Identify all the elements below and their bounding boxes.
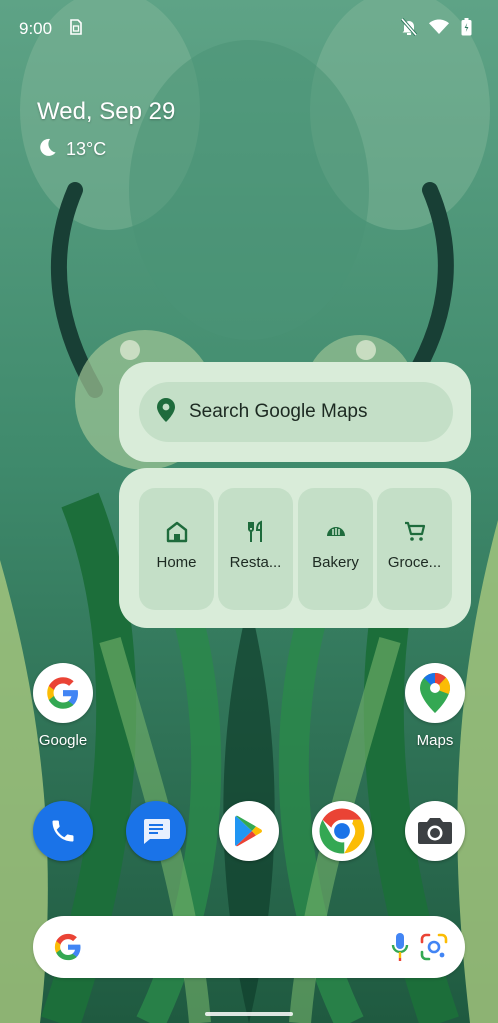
app-label: Maps: [416, 732, 454, 749]
google-search-bar[interactable]: [33, 916, 465, 978]
play-store-icon[interactable]: [219, 801, 279, 861]
google-maps-widget: Search Google Maps Home Resta... Bakery: [119, 362, 471, 628]
google-g-icon: [53, 932, 83, 967]
maps-search-bar[interactable]: Search Google Maps: [139, 382, 453, 442]
camera-icon[interactable]: [405, 801, 465, 861]
messages-icon[interactable]: [126, 801, 186, 861]
battery-icon: [461, 18, 472, 41]
shortcut-bakery[interactable]: Bakery: [298, 488, 373, 610]
shopping-cart-icon: [377, 520, 452, 546]
shortcut-home[interactable]: Home: [139, 488, 214, 610]
maps-shortcuts-card: Home Resta... Bakery Groce...: [119, 468, 471, 628]
location-pin-icon: [157, 397, 175, 427]
microphone-icon[interactable]: [390, 931, 410, 968]
app-google[interactable]: Google: [18, 663, 108, 749]
moon-icon: [37, 137, 57, 162]
mute-icon: [400, 17, 418, 41]
google-icon: [33, 663, 93, 723]
google-lens-icon[interactable]: [419, 932, 449, 967]
chrome-icon[interactable]: [312, 801, 372, 861]
maps-icon: [405, 663, 465, 723]
phone-icon[interactable]: [33, 801, 93, 861]
sim-card-icon: [70, 19, 82, 40]
shortcut-label: Groce...: [387, 554, 442, 571]
shortcut-groceries[interactable]: Groce...: [377, 488, 452, 610]
navigation-handle[interactable]: [205, 1012, 293, 1016]
weather[interactable]: 13°C: [37, 137, 106, 162]
status-bar: 9:00: [0, 0, 498, 56]
app-maps[interactable]: Maps: [390, 663, 480, 749]
shortcut-label: Home: [156, 554, 197, 571]
maps-search-card: Search Google Maps: [119, 362, 471, 462]
restaurant-icon: [218, 520, 293, 546]
date-label[interactable]: Wed, Sep 29: [37, 98, 175, 126]
temperature-label: 13°C: [66, 139, 107, 159]
maps-search-placeholder: Search Google Maps: [189, 401, 368, 422]
shortcut-label: Bakery: [312, 554, 359, 571]
home-icon: [139, 520, 214, 546]
bakery-icon: [298, 520, 373, 546]
wifi-icon: [429, 19, 449, 40]
status-time: 9:00: [19, 19, 53, 38]
app-label: Google: [38, 732, 88, 749]
shortcut-restaurants[interactable]: Resta...: [218, 488, 293, 610]
shortcut-label: Resta...: [229, 554, 282, 571]
